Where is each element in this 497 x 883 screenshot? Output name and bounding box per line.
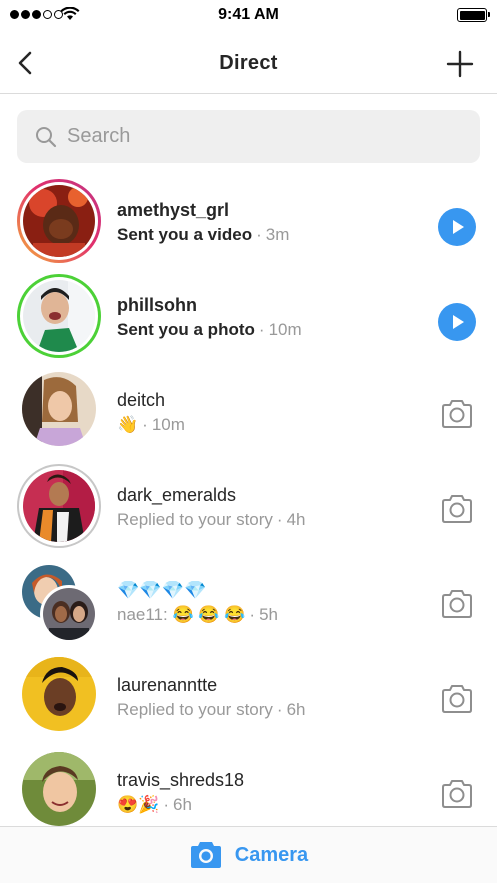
thread-preview: Replied to your story · 4h xyxy=(117,510,306,529)
avatar[interactable] xyxy=(22,657,96,731)
thread-preview: Replied to your story · 6h xyxy=(117,700,306,719)
search-bar[interactable] xyxy=(17,110,480,163)
thread-preview: 👋 · 10m xyxy=(117,415,185,434)
camera-icon[interactable] xyxy=(440,684,474,714)
thread-row[interactable]: amethyst_grl Sent you a video · 3m xyxy=(0,175,497,270)
avatar-story-ring[interactable] xyxy=(17,179,101,263)
thread-preview: 😍🎉 · 6h xyxy=(117,795,192,814)
group-avatar-front xyxy=(40,585,98,643)
camera-icon xyxy=(190,842,221,868)
thread-username: 💎💎💎💎 xyxy=(117,580,207,600)
battery-icon xyxy=(457,8,490,22)
camera-button[interactable]: Camera xyxy=(0,826,497,883)
camera-icon[interactable] xyxy=(440,494,474,524)
thread-username: travis_shreds18 xyxy=(117,770,245,790)
status-bar: 9:41 AM xyxy=(0,0,497,30)
camera-icon[interactable] xyxy=(440,779,474,809)
thread-preview: nae11: 😂 😂 😂 · 5h xyxy=(117,605,278,624)
thread-username: deitch xyxy=(117,390,166,410)
thread-row[interactable]: phillsohn Sent you a photo · 10m xyxy=(0,270,497,365)
page-title: Direct xyxy=(219,52,278,74)
avatar-ring[interactable] xyxy=(17,464,101,548)
thread-username: laurenanntte xyxy=(117,675,218,695)
thread-preview: Sent you a photo · 10m xyxy=(117,320,302,339)
thread-row[interactable]: laurenanntte Replied to your story · 6h xyxy=(0,650,497,745)
avatar[interactable] xyxy=(22,372,96,446)
avatar[interactable] xyxy=(22,752,96,826)
search-icon xyxy=(36,126,57,147)
thread-username: dark_emeralds xyxy=(117,485,237,505)
camera-icon[interactable] xyxy=(440,399,474,429)
thread-username: phillsohn xyxy=(117,295,197,315)
avatar xyxy=(23,280,95,352)
avatar-ring[interactable] xyxy=(17,274,101,358)
thread-username: amethyst_grl xyxy=(117,200,230,220)
thread-row[interactable]: dark_emeralds Replied to your story · 4h xyxy=(0,460,497,555)
thread-row[interactable]: 💎💎💎💎 nae11: 😂 😂 😂 · 5h xyxy=(0,555,497,650)
nav-header: Direct xyxy=(0,32,497,94)
camera-label: Camera xyxy=(234,843,309,866)
status-time: 9:41 AM xyxy=(218,6,279,23)
search-input[interactable] xyxy=(67,125,447,148)
new-message-plus-icon[interactable] xyxy=(445,49,475,79)
thread-preview: Sent you a video · 3m xyxy=(117,225,290,244)
avatar xyxy=(23,185,95,257)
play-icon[interactable] xyxy=(438,303,476,341)
play-icon[interactable] xyxy=(438,208,476,246)
thread-row[interactable]: deitch 👋 · 10m xyxy=(0,365,497,460)
camera-icon[interactable] xyxy=(440,589,474,619)
avatar xyxy=(23,470,95,542)
